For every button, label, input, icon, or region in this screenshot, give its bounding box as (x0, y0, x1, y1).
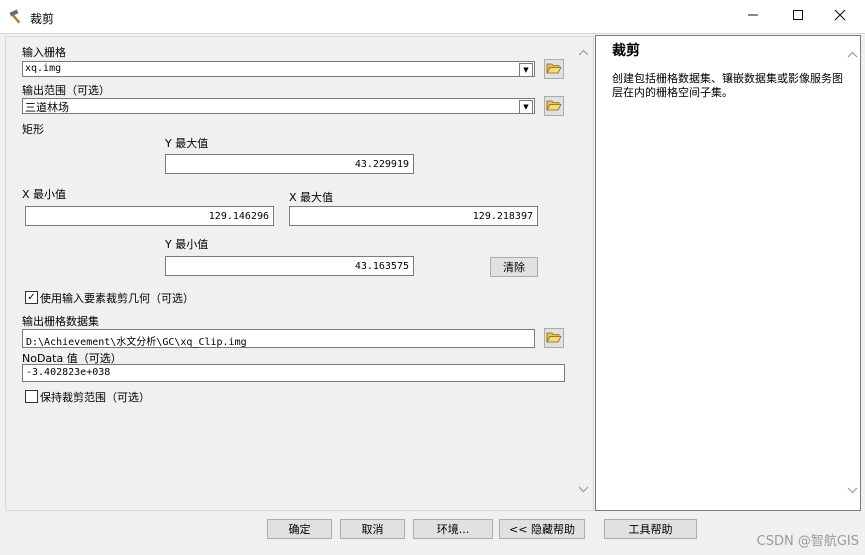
close-icon (834, 9, 846, 25)
input-raster-value: xq.img (25, 63, 62, 74)
minimize-button[interactable] (731, 2, 775, 32)
y-min-field[interactable]: 43.163575 (165, 256, 414, 276)
x-max-value: 129.218397 (472, 211, 533, 222)
hammer-icon (9, 9, 25, 25)
output-extent-browse-button[interactable] (544, 96, 564, 116)
minimize-icon (747, 9, 759, 25)
output-extent-combo[interactable]: 三道林场 ▼ (22, 98, 535, 114)
input-raster-label: 输入栅格 (22, 46, 66, 59)
x-max-field[interactable]: 129.218397 (289, 206, 538, 226)
nodata-field[interactable]: -3.402823e+038 (22, 364, 565, 382)
y-min-value: 43.163575 (354, 261, 409, 272)
output-extent-value: 三道林场 (25, 101, 69, 114)
rectangle-label: 矩形 (22, 123, 44, 136)
help-scroll-up-button[interactable] (846, 48, 858, 60)
window-title: 裁剪 (30, 12, 55, 26)
chevron-up-icon (847, 48, 858, 61)
folder-open-icon (546, 61, 562, 78)
help-text: 创建包括栅格数据集、镶嵌数据集或影像服务图层在内的栅格空间子集。 (612, 72, 843, 99)
folder-open-icon (546, 98, 562, 115)
cancel-button[interactable]: 取消 (340, 519, 405, 539)
ok-button[interactable]: 确定 (267, 519, 332, 539)
maintain-extent-label: 保持裁剪范围（可选） (40, 391, 150, 404)
help-title: 裁剪 (612, 43, 640, 59)
environments-button[interactable]: 环境... (413, 519, 493, 539)
clear-button[interactable]: 清除 (490, 257, 538, 277)
chevron-up-icon (578, 46, 589, 59)
output-extent-label: 输出范围（可选） (22, 84, 110, 97)
use-input-features-label: 使用输入要素裁剪几何（可选） (40, 292, 194, 305)
y-min-label: Y 最小值 (165, 238, 209, 251)
folder-open-icon (546, 330, 562, 347)
y-max-value: 43.229919 (354, 159, 409, 170)
input-raster-browse-button[interactable] (544, 59, 564, 79)
hide-help-button[interactable]: << 隐藏帮助 (499, 519, 585, 539)
tool-help-button[interactable]: 工具帮助 (604, 519, 697, 539)
title-bar: 裁剪 (0, 0, 865, 34)
chevron-down-icon[interactable]: ▼ (519, 63, 533, 77)
scroll-down-button[interactable] (577, 483, 589, 495)
close-button[interactable] (818, 2, 862, 32)
y-max-field[interactable]: 43.229919 (165, 154, 414, 174)
x-min-value: 129.146296 (208, 211, 269, 222)
x-min-label: X 最小值 (22, 188, 67, 201)
input-raster-combo[interactable]: xq.img ▼ (22, 61, 535, 77)
chevron-down-icon[interactable]: ▼ (519, 100, 533, 114)
output-raster-label: 输出栅格数据集 (22, 315, 99, 328)
x-max-label: X 最大值 (289, 191, 334, 204)
nodata-value: -3.402823e+038 (26, 367, 111, 378)
maximize-button[interactable] (776, 2, 820, 32)
use-input-features-checkbox[interactable]: ✓ (25, 291, 38, 304)
checkmark-icon: ✓ (27, 291, 36, 303)
y-max-label: Y 最大值 (165, 137, 209, 150)
maintain-extent-checkbox[interactable] (25, 390, 38, 403)
chevron-down-icon (847, 484, 858, 497)
output-raster-browse-button[interactable] (544, 328, 564, 348)
chevron-down-icon (578, 483, 589, 496)
maximize-icon (792, 9, 804, 25)
x-min-field[interactable]: 129.146296 (25, 206, 274, 226)
output-raster-value: D:\Achievement\水文分析\GC\xq_Clip.img (26, 337, 247, 348)
help-scroll-down-button[interactable] (846, 484, 858, 496)
output-raster-field[interactable]: D:\Achievement\水文分析\GC\xq_Clip.img (22, 329, 535, 348)
help-panel: 裁剪 创建包括栅格数据集、镶嵌数据集或影像服务图层在内的栅格空间子集。 (595, 35, 861, 511)
scroll-up-button[interactable] (577, 46, 589, 58)
watermark: CSDN @智航GIS (756, 534, 859, 549)
